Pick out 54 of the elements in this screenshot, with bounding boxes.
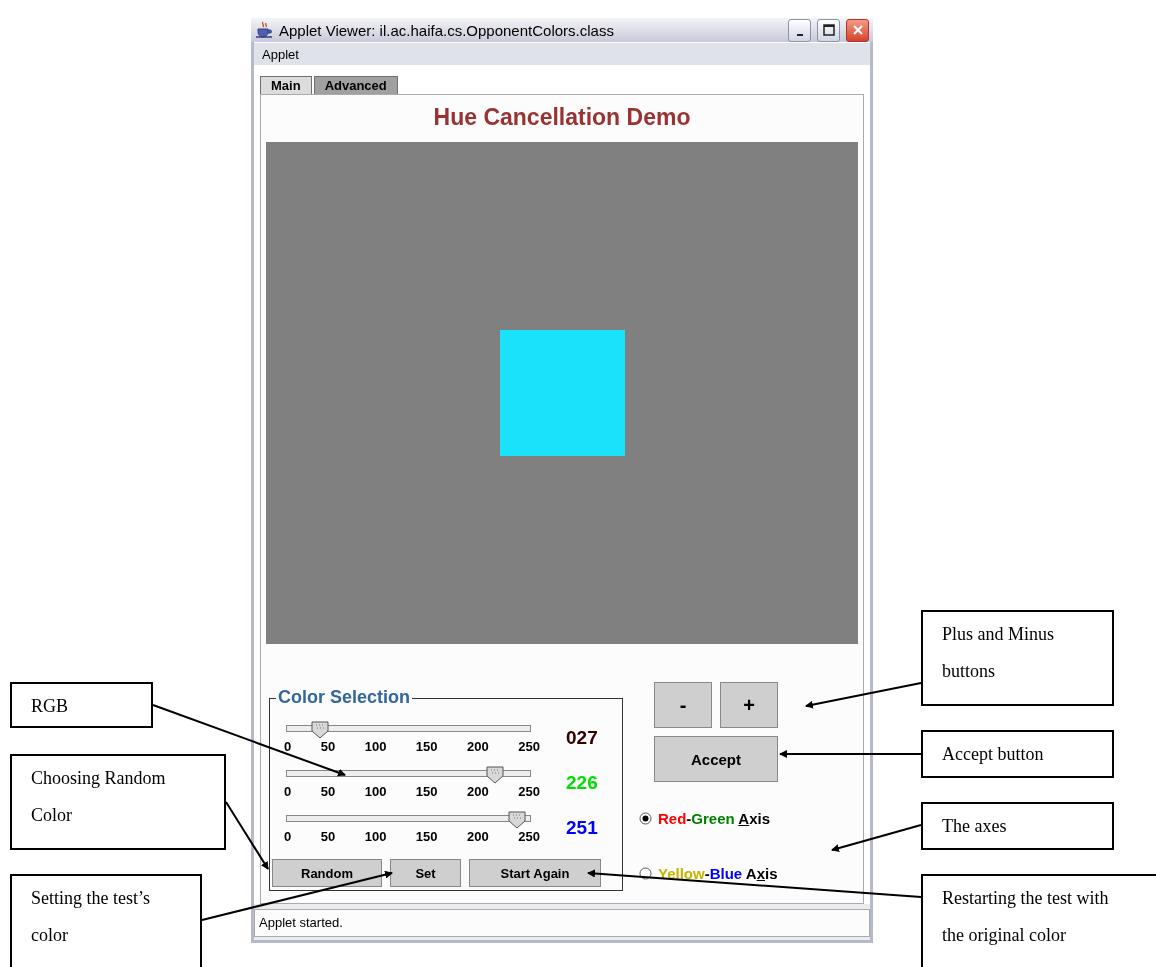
tick-label: 100 [364, 739, 387, 754]
tick-label: 250 [518, 829, 540, 844]
slider-thumb[interactable] [508, 811, 527, 829]
tab[interactable]: Main [260, 76, 312, 94]
coffee-cup-icon [255, 21, 273, 40]
radio-button[interactable] [639, 812, 652, 825]
tick-label: 200 [467, 829, 489, 844]
tick-label: 150 [415, 739, 438, 754]
radio-button[interactable] [639, 867, 652, 880]
axis-label[interactable]: Yellow-Blue Axis [658, 865, 778, 882]
minimize-icon [796, 33, 803, 36]
window-title: Applet Viewer: il.ac.haifa.cs.OpponentColors.class [279, 21, 615, 39]
tick-label: 250 [518, 784, 540, 799]
action-button[interactable]: Random [272, 859, 382, 887]
tab[interactable]: Advanced [313, 76, 398, 94]
tick-label: 150 [415, 784, 438, 799]
maximize-icon [822, 24, 835, 37]
tick-label: 0 [284, 739, 292, 754]
tick-label: 200 [467, 739, 489, 754]
callout-note: The axes [921, 802, 1114, 850]
axis-label[interactable]: Red-Green Axis [658, 810, 770, 827]
menu-item[interactable]: Applet [262, 46, 299, 62]
tick-label: 100 [364, 829, 387, 844]
slider-thumb[interactable] [310, 721, 329, 739]
tick-label: 150 [415, 829, 438, 844]
tick-label: 50 [320, 739, 336, 754]
step-button[interactable]: - [654, 682, 712, 728]
status-bar: Applet started. [254, 909, 870, 937]
step-button[interactable]: + [720, 682, 778, 728]
tick-label: 100 [364, 784, 387, 799]
tick-label: 250 [518, 739, 540, 754]
maximize-button[interactable] [817, 18, 840, 42]
callout-note: Accept button [921, 730, 1114, 778]
demo-heading: Hue Cancellation Demo [433, 104, 691, 130]
tick-label: 50 [320, 829, 336, 844]
tick-label: 0 [284, 784, 292, 799]
minimize-button[interactable] [788, 18, 811, 42]
callout-note: Restarting the test with the original color [921, 874, 1156, 967]
callout-note: Setting the test’s color [10, 874, 202, 967]
tick-label: 200 [467, 784, 489, 799]
callout-note: Choosing Random Color [10, 754, 226, 850]
value-reading: 027 [566, 727, 598, 750]
close-icon [851, 24, 864, 37]
tick-label: 0 [284, 829, 292, 844]
slider-thumb[interactable] [486, 766, 505, 784]
close-button[interactable] [846, 18, 869, 42]
callout-note: Plus and Minus buttons [921, 610, 1114, 706]
tick-label: 50 [320, 784, 336, 799]
action-button[interactable]: Set [390, 859, 461, 887]
action-button[interactable]: Start Again [469, 859, 601, 887]
value-reading: 251 [566, 817, 598, 840]
value-reading: 226 [566, 772, 598, 795]
accept-button[interactable]: Accept [654, 736, 778, 782]
callout-note: RGB [10, 682, 153, 728]
